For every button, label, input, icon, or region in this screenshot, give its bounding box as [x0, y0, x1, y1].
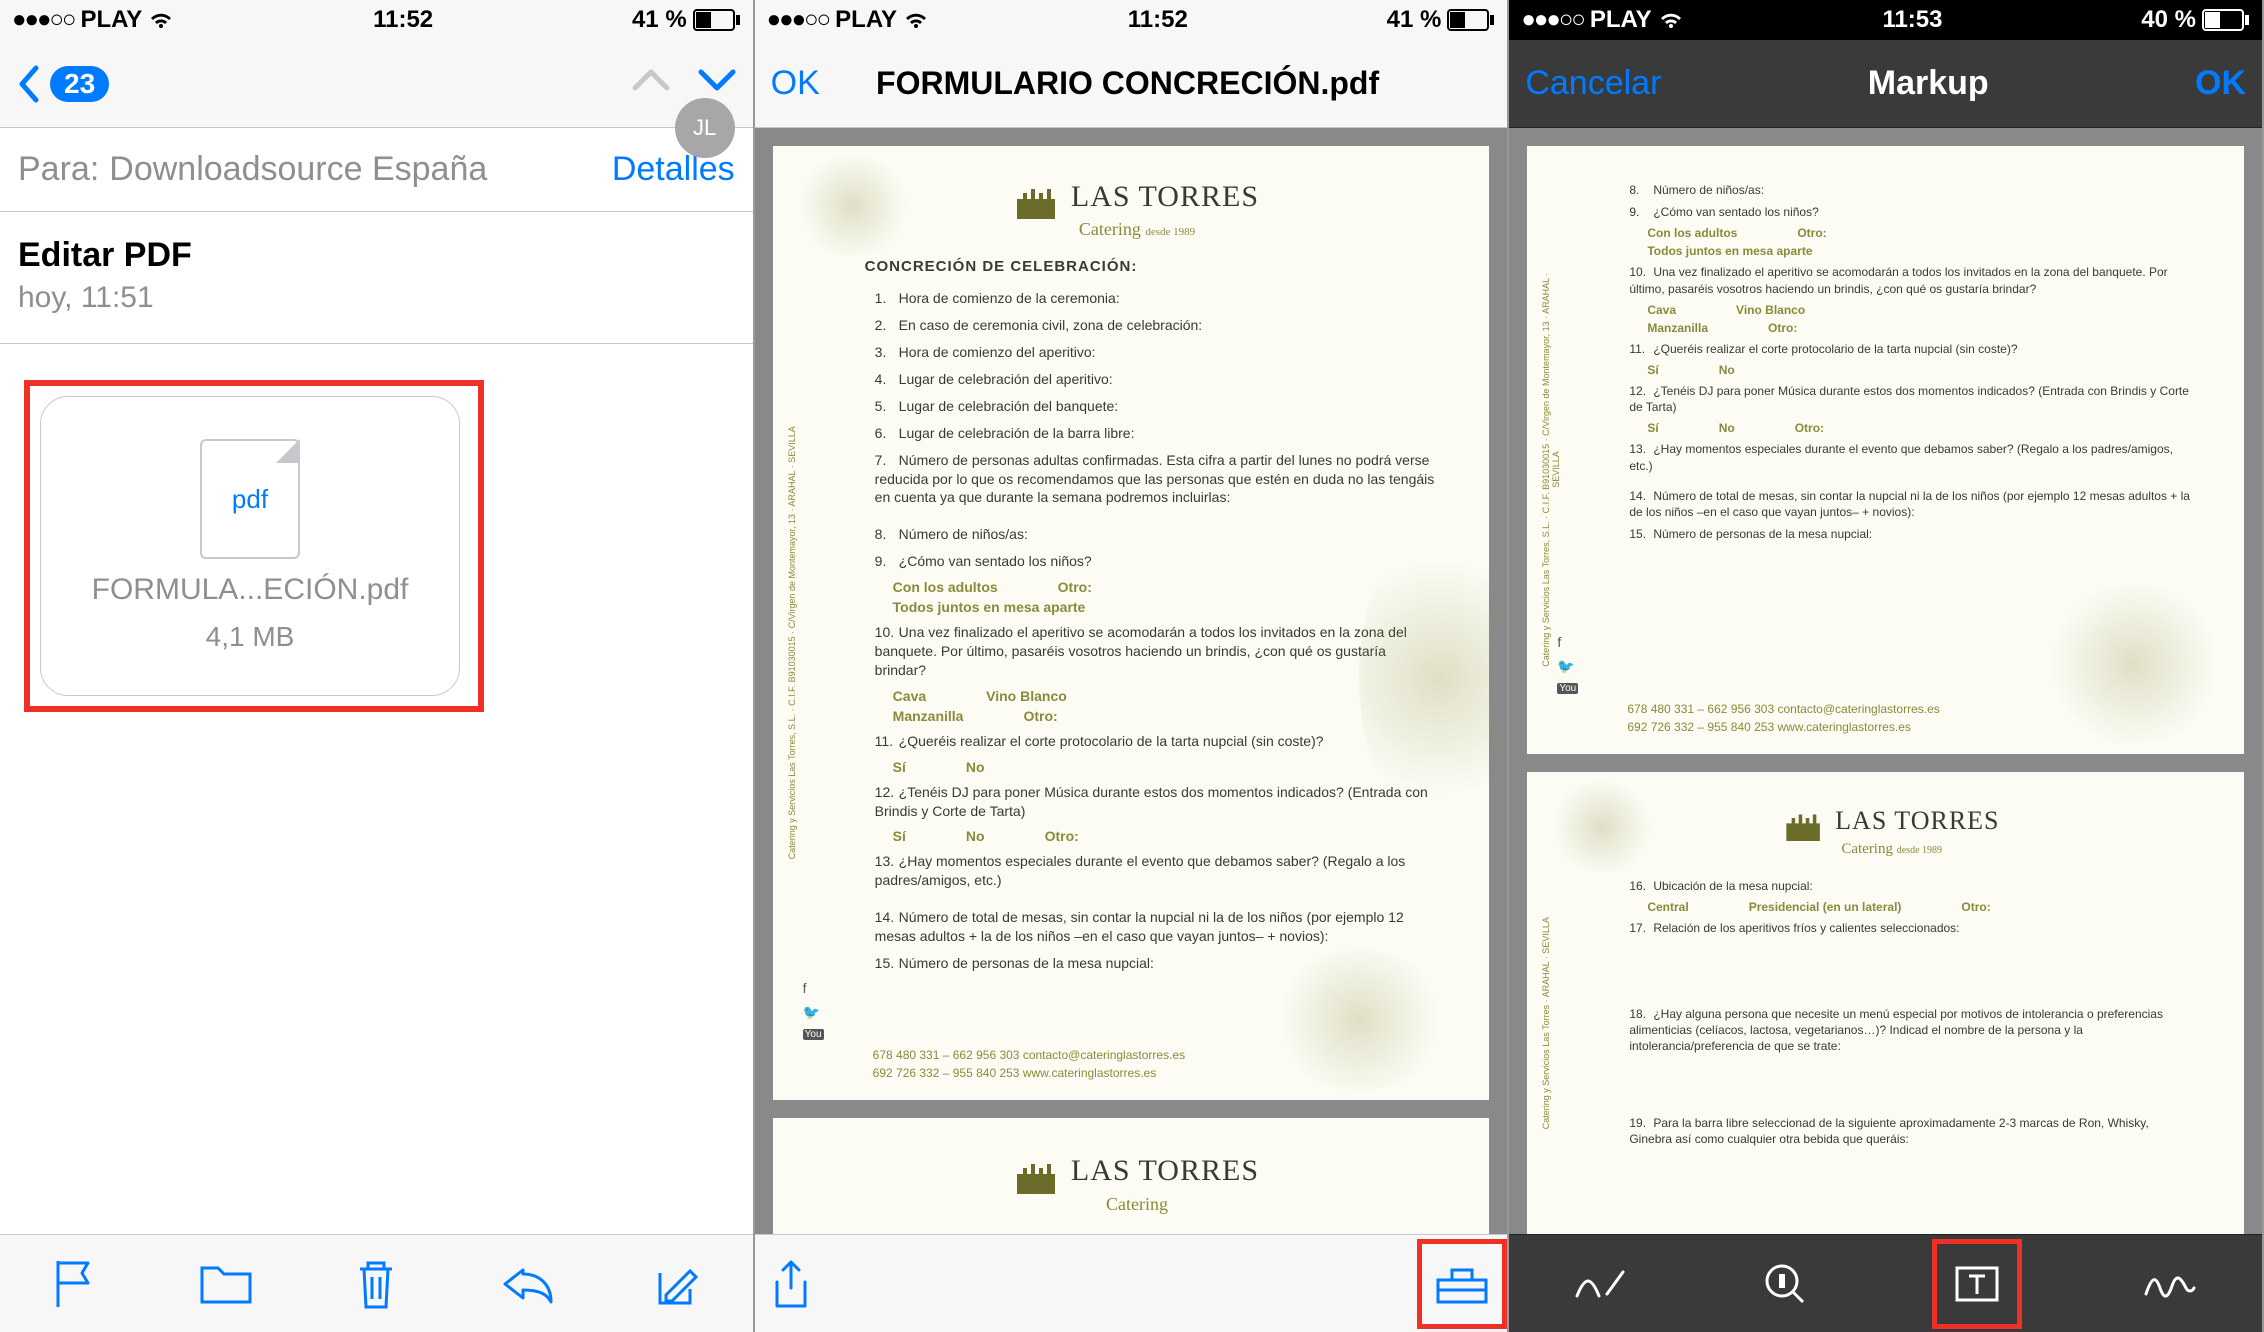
doc-list: 1.Hora de comienzo de la ceremonia: 2.En…: [875, 289, 1440, 571]
highlight-box: pdf FORMULA...ECIÓN.pdf 4,1 MB: [24, 380, 484, 712]
message-date: hoy, 11:51: [0, 281, 753, 344]
battery-pct: 41 %: [632, 6, 687, 34]
status-bar: ●●●○○ PLAY 11:52 41 %: [0, 0, 753, 40]
wifi-icon: [1658, 10, 1684, 30]
text-tool-button[interactable]: [1941, 1248, 2013, 1320]
signal-dots-icon: ●●●○○: [767, 6, 829, 34]
back-button[interactable]: 23: [16, 64, 109, 104]
battery-pct: 41 %: [1387, 6, 1442, 34]
signature-tool-button[interactable]: [2134, 1248, 2206, 1320]
carrier-label: PLAY: [835, 6, 897, 34]
attachment-filename: FORMULA...ECIÓN.pdf: [92, 573, 409, 607]
markup-toolbox-button[interactable]: [1426, 1248, 1498, 1320]
highlight-box: [1417, 1239, 1507, 1329]
trash-button[interactable]: [340, 1248, 412, 1320]
brand-name: LAS TORRES: [1071, 180, 1259, 213]
markup-toolbar: [1509, 1234, 2262, 1332]
compose-button[interactable]: [641, 1248, 713, 1320]
markup-page-2[interactable]: Catering y Servicios Las Torres · ARAHAL…: [1527, 772, 2244, 1234]
signal-dots-icon: ●●●○○: [1521, 6, 1583, 34]
doc-footer: 678 480 331 – 662 956 303 contacto@cater…: [873, 1046, 1185, 1082]
highlight-box: [1932, 1239, 2022, 1329]
wifi-icon: [903, 10, 929, 30]
nav-bar: OK FORMULARIO CONCRECIÓN.pdf: [755, 40, 1508, 128]
details-button[interactable]: Detalles: [612, 150, 735, 189]
battery-icon: [2202, 9, 2250, 31]
status-bar: ●●●○○PLAY 11:53 40 %: [1509, 0, 2262, 40]
pdf-file-icon: pdf: [200, 439, 300, 559]
cancel-button[interactable]: Cancelar: [1525, 64, 1661, 103]
inbox-count-badge: 23: [50, 66, 109, 102]
carrier-label: PLAY: [1590, 6, 1652, 34]
carrier-label: PLAY: [80, 6, 142, 34]
reply-button[interactable]: [491, 1248, 563, 1320]
flag-button[interactable]: [39, 1248, 111, 1320]
clock: 11:53: [1882, 6, 1942, 34]
mail-toolbar: [0, 1234, 753, 1332]
sender-avatar: JL: [675, 98, 735, 158]
social-icons: f🐦You: [1557, 634, 1578, 694]
castle-icon: [1015, 1160, 1059, 1194]
side-text: Catering y Servicios Las Torres, S.L. · …: [787, 266, 805, 1020]
brand-name: LAS TORRES: [1835, 806, 1999, 835]
brand-subtitle: Catering: [1079, 219, 1141, 239]
social-icons: f🐦You: [803, 980, 824, 1040]
status-bar: ●●●○○PLAY 11:52 41 %: [755, 0, 1508, 40]
side-text: Catering y Servicios Las Torres, S.L. · …: [1541, 266, 1559, 674]
pdf-page-1: Catering y Servicios Las Torres, S.L. · …: [773, 146, 1490, 1100]
wifi-icon: [148, 10, 174, 30]
clock: 11:52: [1128, 6, 1188, 34]
share-button[interactable]: [755, 1248, 827, 1320]
pdf-attachment[interactable]: pdf FORMULA...ECIÓN.pdf 4,1 MB: [40, 396, 460, 696]
to-label: Para:: [18, 150, 99, 189]
castle-icon: [1784, 811, 1824, 841]
markup-title: Markup: [1661, 64, 2195, 103]
prev-message-button[interactable]: [631, 64, 671, 103]
battery-icon: [693, 9, 741, 31]
ok-button[interactable]: OK: [2195, 64, 2246, 103]
attachment-filesize: 4,1 MB: [206, 621, 295, 653]
doc-footer: 678 480 331 – 662 956 303 contacto@cater…: [1627, 700, 1939, 736]
pen-tool-button[interactable]: [1565, 1248, 1637, 1320]
ok-button[interactable]: OK: [771, 64, 820, 103]
battery-icon: [1447, 9, 1495, 31]
to-row[interactable]: Para: Downloadsource España Detalles: [0, 128, 753, 212]
clock: 11:52: [373, 6, 433, 34]
brand-since: desde 1989: [1145, 226, 1195, 238]
nav-bar: Cancelar Markup OK: [1509, 40, 2262, 128]
preview-toolbar: [755, 1234, 1508, 1332]
folder-button[interactable]: [190, 1248, 262, 1320]
markup-page-1[interactable]: Catering y Servicios Las Torres, S.L. · …: [1527, 146, 2244, 754]
document-title: FORMULARIO CONCRECIÓN.pdf: [820, 65, 1436, 102]
magnifier-tool-button[interactable]: [1749, 1248, 1821, 1320]
castle-icon: [1015, 185, 1059, 219]
markup-canvas[interactable]: Catering y Servicios Las Torres, S.L. · …: [1509, 128, 2262, 1234]
doc-heading: CONCRECIÓN DE CELEBRACIÓN:: [865, 258, 1440, 275]
subject: Editar PDF: [0, 212, 753, 281]
side-text: Catering y Servicios Las Torres · ARAHAL…: [1541, 892, 1559, 1154]
document-scroll-area[interactable]: Catering y Servicios Las Torres, S.L. · …: [755, 128, 1508, 1234]
battery-pct: 40 %: [2141, 6, 2196, 34]
nav-bar: 23: [0, 40, 753, 128]
pdf-page-2-peek: LAS TORRES Catering: [773, 1118, 1490, 1234]
signal-dots-icon: ●●●○○: [12, 6, 74, 34]
to-value: Downloadsource España: [109, 150, 612, 189]
brand-name: LAS TORRES: [1071, 1154, 1259, 1187]
